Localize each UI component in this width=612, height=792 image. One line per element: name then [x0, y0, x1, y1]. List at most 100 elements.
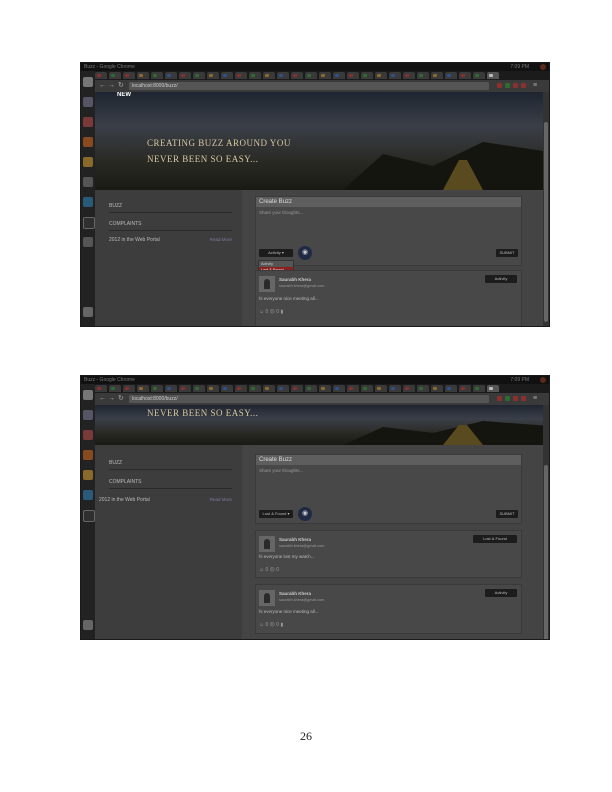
browser-tab[interactable]: [123, 385, 135, 392]
browser-tab-active[interactable]: [487, 72, 499, 79]
browser-tab[interactable]: [389, 385, 401, 392]
url-field[interactable]: localhost:8000/buzz/: [129, 395, 489, 403]
browser-tab[interactable]: [403, 385, 415, 392]
firefox-icon[interactable]: [83, 137, 93, 147]
browser-tab[interactable]: [459, 72, 471, 79]
page-scrollbar[interactable]: [543, 405, 549, 639]
browser-tab[interactable]: [151, 72, 163, 79]
app-icon[interactable]: [83, 237, 93, 247]
browser-tab[interactable]: [235, 385, 247, 392]
browser-tab[interactable]: [263, 72, 275, 79]
browser-tab[interactable]: [165, 72, 177, 79]
browser-tab[interactable]: [361, 385, 373, 392]
browser-tab[interactable]: [305, 72, 317, 79]
browser-tab[interactable]: [165, 385, 177, 392]
read-more-link[interactable]: Read More: [210, 497, 232, 502]
browser-tab[interactable]: [207, 72, 219, 79]
submit-button[interactable]: SUBMIT: [496, 510, 518, 518]
url-field[interactable]: localhost:8000/buzz/: [129, 82, 489, 90]
browser-tab[interactable]: [431, 72, 443, 79]
back-arrow-icon[interactable]: ←: [99, 81, 106, 91]
thumbs-up-icon[interactable]: ☺: [259, 567, 264, 573]
back-arrow-icon[interactable]: ←: [99, 394, 106, 404]
post-author[interactable]: Saurabh Khera: [279, 591, 311, 596]
browser-tab[interactable]: [473, 72, 485, 79]
sidebar-item-buzz[interactable]: BUZZ: [109, 203, 122, 209]
browser-tab[interactable]: [249, 72, 261, 79]
browser-tab[interactable]: [109, 72, 121, 79]
chrome-icon[interactable]: [83, 470, 93, 480]
close-window-icon[interactable]: [540, 64, 546, 70]
thumbs-up-icon[interactable]: ☺: [259, 309, 264, 315]
buzz-text-input[interactable]: Share your thoughts...: [259, 210, 303, 215]
reload-icon[interactable]: ↻: [118, 394, 124, 404]
submit-button[interactable]: SUBMIT: [496, 249, 518, 257]
browser-tab[interactable]: [445, 72, 457, 79]
app-icon[interactable]: [83, 117, 93, 127]
extension-icon[interactable]: [505, 83, 510, 88]
browser-tab[interactable]: [137, 72, 149, 79]
extension-icon[interactable]: [497, 396, 502, 401]
browser-tab[interactable]: [417, 385, 429, 392]
browser-tab[interactable]: [277, 72, 289, 79]
browser-tab[interactable]: [305, 385, 317, 392]
browser-tab[interactable]: [277, 385, 289, 392]
forward-arrow-icon[interactable]: →: [108, 394, 115, 404]
thumbs-down-icon[interactable]: ☹: [270, 567, 275, 573]
browser-tab[interactable]: [375, 385, 387, 392]
sidebar-item-complaints[interactable]: COMPLAINTS: [109, 479, 142, 485]
thumbs-down-icon[interactable]: ☹: [270, 309, 275, 315]
camera-icon[interactable]: ◉: [298, 507, 312, 521]
scrollbar-thumb[interactable]: [544, 465, 548, 639]
browser-tab[interactable]: [221, 72, 233, 79]
menu-icon[interactable]: ≡: [533, 81, 537, 91]
browser-tab[interactable]: [291, 72, 303, 79]
post-author[interactable]: Saurabh Khera: [279, 277, 311, 282]
browser-tab[interactable]: [403, 72, 415, 79]
dash-icon[interactable]: [83, 77, 93, 87]
browser-tab[interactable]: [137, 385, 149, 392]
extension-icon[interactable]: [513, 396, 518, 401]
sidebar-item-complaints[interactable]: COMPLAINTS: [109, 221, 142, 227]
browser-tab-active[interactable]: [487, 385, 499, 392]
browser-tab[interactable]: [347, 72, 359, 79]
browser-tab[interactable]: [473, 385, 485, 392]
browser-tab[interactable]: [417, 72, 429, 79]
close-window-icon[interactable]: [540, 377, 546, 383]
browser-tab[interactable]: [179, 385, 191, 392]
writer-icon[interactable]: [83, 197, 93, 207]
extension-icon[interactable]: [513, 83, 518, 88]
browser-tab[interactable]: [459, 385, 471, 392]
browser-tab[interactable]: [375, 72, 387, 79]
files-icon[interactable]: [83, 410, 93, 420]
browser-tab[interactable]: [361, 72, 373, 79]
browser-tab[interactable]: [431, 385, 443, 392]
category-select[interactable]: Activity ▾: [259, 249, 293, 257]
read-more-link[interactable]: Read More: [210, 237, 232, 242]
browser-tab[interactable]: [123, 72, 135, 79]
page-scrollbar[interactable]: [543, 92, 549, 326]
sidebar-item-buzz[interactable]: BUZZ: [109, 460, 122, 466]
firefox-icon[interactable]: [83, 450, 93, 460]
extension-icon[interactable]: [497, 83, 502, 88]
browser-tab[interactable]: [151, 385, 163, 392]
browser-tab[interactable]: [319, 72, 331, 79]
reload-icon[interactable]: ↻: [118, 81, 124, 91]
browser-tab[interactable]: [249, 385, 261, 392]
browser-tab[interactable]: [291, 385, 303, 392]
dash-icon[interactable]: [83, 390, 93, 400]
browser-tab[interactable]: [333, 385, 345, 392]
chrome-icon[interactable]: [83, 157, 93, 167]
browser-tab[interactable]: [95, 385, 107, 392]
browser-tab[interactable]: [319, 385, 331, 392]
buzz-text-input[interactable]: Share your thoughts...: [259, 468, 303, 473]
forward-arrow-icon[interactable]: →: [108, 81, 115, 91]
category-select[interactable]: Lost & Found ▾: [259, 510, 293, 518]
menu-icon[interactable]: ≡: [533, 394, 537, 404]
browser-tab[interactable]: [179, 72, 191, 79]
site-logo[interactable]: NEW: [117, 92, 141, 104]
terminal-icon[interactable]: [83, 217, 95, 229]
extension-icon[interactable]: [505, 396, 510, 401]
writer-icon[interactable]: [83, 490, 93, 500]
comment-icon[interactable]: ▮: [280, 309, 283, 315]
